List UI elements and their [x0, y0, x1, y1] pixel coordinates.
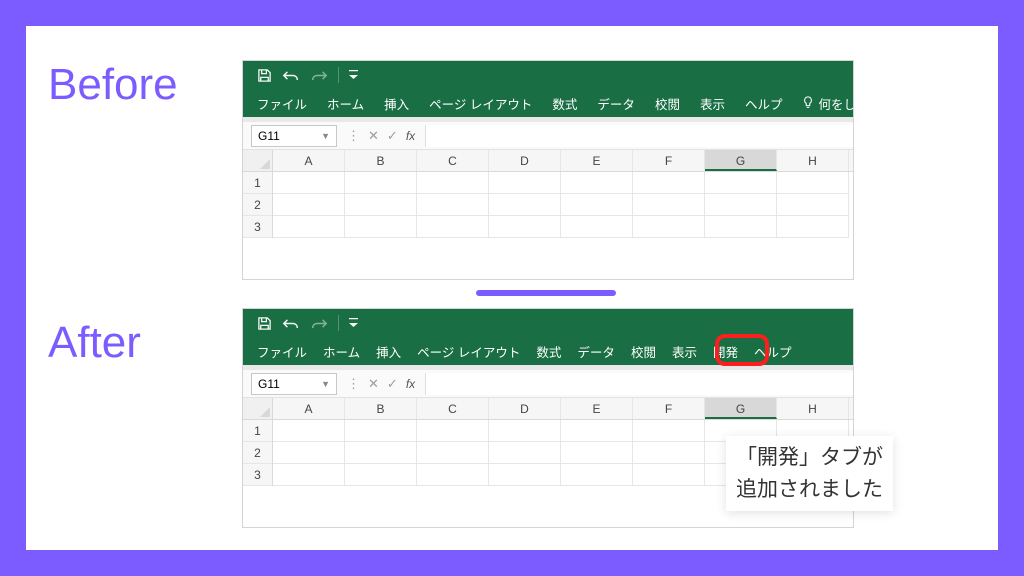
col-header[interactable]: H: [777, 398, 849, 419]
name-box[interactable]: G11 ▼: [251, 125, 337, 147]
col-header[interactable]: D: [489, 398, 561, 419]
chevron-down-icon: ▼: [321, 131, 330, 141]
col-header[interactable]: C: [417, 150, 489, 171]
ribbon-tabs-before: ファイル ホーム 挿入 ページ レイアウト 数式 データ 校閲 表示 ヘルプ 何…: [243, 89, 853, 117]
chevron-down-icon: ▼: [321, 379, 330, 389]
enter-icon[interactable]: ✓: [387, 376, 398, 392]
select-all-triangle[interactable]: [243, 398, 272, 420]
col-header[interactable]: F: [633, 150, 705, 171]
quick-access-toolbar: [243, 61, 853, 89]
row-header[interactable]: 2: [243, 442, 272, 464]
excel-before: ファイル ホーム 挿入 ページ レイアウト 数式 データ 校閲 表示 ヘルプ 何…: [242, 60, 854, 280]
callout-line2: 追加されました: [736, 474, 883, 506]
col-header[interactable]: D: [489, 150, 561, 171]
tab-review[interactable]: 校閲: [631, 342, 656, 361]
tab-file[interactable]: ファイル: [257, 342, 307, 361]
formula-input[interactable]: [425, 373, 853, 395]
undo-icon[interactable]: [282, 317, 300, 330]
undo-icon[interactable]: [282, 69, 300, 82]
section-divider: [476, 290, 616, 296]
cancel-icon[interactable]: ✕: [368, 376, 379, 392]
formula-input[interactable]: [425, 125, 853, 147]
qat-customize-icon[interactable]: [349, 70, 358, 81]
row-header[interactable]: 2: [243, 194, 272, 216]
comparison-card: Before After フ: [26, 26, 998, 550]
row-header[interactable]: 3: [243, 216, 272, 238]
name-box[interactable]: G11 ▼: [251, 373, 337, 395]
tab-formula[interactable]: 数式: [536, 342, 561, 361]
col-header[interactable]: F: [633, 398, 705, 419]
col-header[interactable]: C: [417, 398, 489, 419]
quick-access-toolbar: [243, 309, 853, 337]
tab-layout[interactable]: ページ レイアウト: [429, 94, 532, 113]
row-header[interactable]: 3: [243, 464, 272, 486]
save-icon[interactable]: [257, 316, 272, 331]
tab-file[interactable]: ファイル: [257, 94, 307, 113]
annotation-callout: 「開発」タブが 追加されました: [726, 436, 893, 511]
tab-review[interactable]: 校閲: [655, 94, 680, 113]
col-header[interactable]: B: [345, 398, 417, 419]
cell-grid: 1 2 3 A B C D E F G H: [243, 150, 853, 238]
tab-data[interactable]: データ: [577, 342, 615, 361]
tab-insert[interactable]: 挿入: [384, 94, 409, 113]
fx-icon[interactable]: fx: [406, 129, 415, 143]
qat-customize-icon[interactable]: [349, 318, 358, 329]
bulb-icon: [802, 96, 814, 110]
dots-icon: ⋮: [347, 376, 360, 392]
col-header[interactable]: A: [273, 398, 345, 419]
tab-home[interactable]: ホーム: [323, 342, 360, 361]
after-label: After: [48, 318, 141, 368]
tell-me[interactable]: 何をし: [802, 94, 854, 113]
col-header[interactable]: A: [273, 150, 345, 171]
developer-tab-highlight: [715, 334, 769, 366]
save-icon[interactable]: [257, 68, 272, 83]
col-header[interactable]: E: [561, 150, 633, 171]
redo-icon[interactable]: [310, 317, 328, 330]
tab-layout[interactable]: ページ レイアウト: [417, 342, 520, 361]
callout-line1: 「開発」タブが: [736, 442, 883, 474]
before-label: Before: [48, 60, 178, 110]
col-header[interactable]: H: [777, 150, 849, 171]
col-header[interactable]: B: [345, 150, 417, 171]
tab-view[interactable]: 表示: [700, 94, 725, 113]
dots-icon: ⋮: [347, 128, 360, 144]
redo-icon[interactable]: [310, 69, 328, 82]
formula-bar: G11 ▼ ⋮ ✕ ✓ fx: [243, 122, 853, 150]
cancel-icon[interactable]: ✕: [368, 128, 379, 144]
formula-bar: G11 ▼ ⋮ ✕ ✓ fx: [243, 370, 853, 398]
tab-help[interactable]: ヘルプ: [745, 94, 783, 113]
col-header[interactable]: E: [561, 398, 633, 419]
tab-insert[interactable]: 挿入: [376, 342, 401, 361]
tab-home[interactable]: ホーム: [327, 94, 364, 113]
col-header-selected[interactable]: G: [705, 398, 777, 419]
enter-icon[interactable]: ✓: [387, 128, 398, 144]
col-header-selected[interactable]: G: [705, 150, 777, 171]
row-header[interactable]: 1: [243, 420, 272, 442]
tab-view[interactable]: 表示: [672, 342, 697, 361]
fx-icon[interactable]: fx: [406, 377, 415, 391]
tab-formula[interactable]: 数式: [552, 94, 577, 113]
select-all-triangle[interactable]: [243, 150, 272, 172]
row-header[interactable]: 1: [243, 172, 272, 194]
tab-data[interactable]: データ: [597, 94, 635, 113]
